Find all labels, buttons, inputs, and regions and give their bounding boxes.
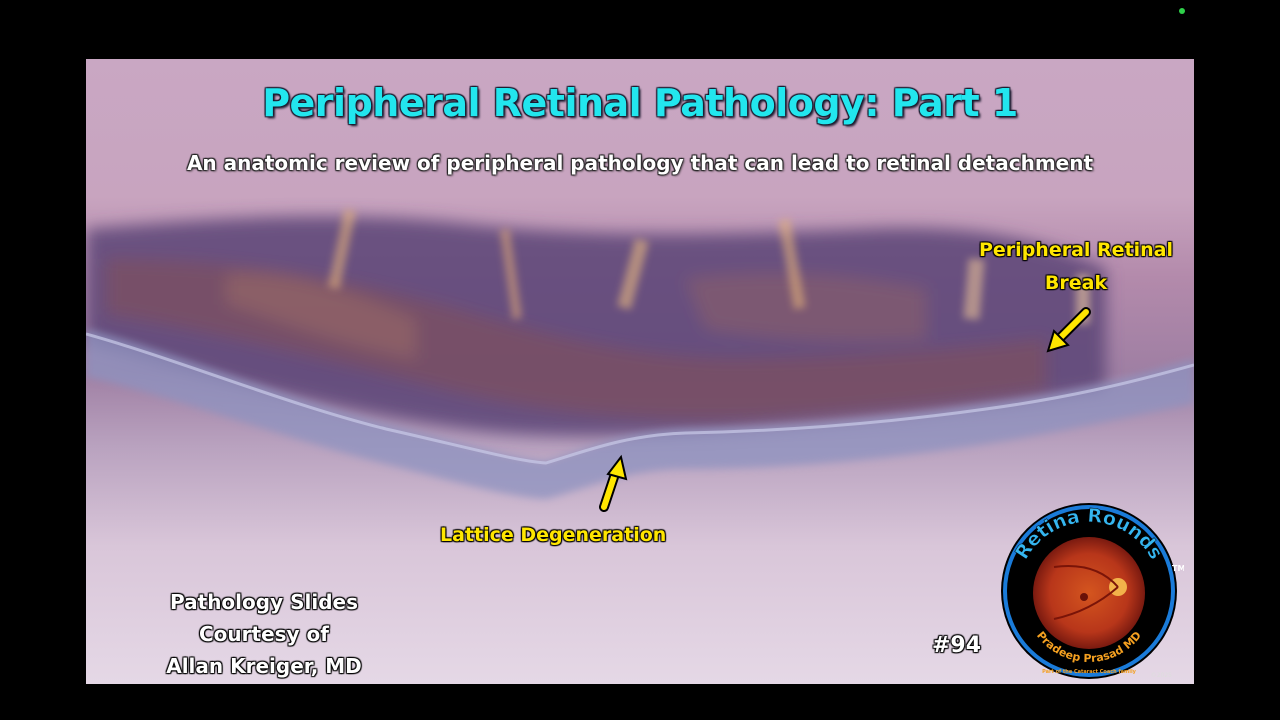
lattice-arrow-icon bbox=[599, 454, 628, 512]
episode-number: #94 bbox=[932, 633, 982, 658]
slide-image: Peripheral Retinal Pathology: Part 1 An … bbox=[86, 59, 1194, 684]
logo-copyright: ©2025 bbox=[1151, 672, 1172, 679]
logo-tm: TM bbox=[1172, 564, 1184, 573]
credit-text: Pathology Slides Courtesy of Allan Kreig… bbox=[148, 586, 380, 682]
logo-tagline: Part of the Cataract Coach family bbox=[1042, 669, 1137, 675]
fundus-icon bbox=[1033, 537, 1145, 649]
credit-line3: Allan Kreiger, MD bbox=[166, 654, 362, 678]
status-indicator bbox=[1179, 8, 1185, 14]
break-arrow-icon bbox=[1046, 307, 1091, 353]
credit-line2: Courtesy of bbox=[199, 622, 329, 646]
retina-rounds-logo: Retina Rounds TM Pradeep Prasad MD Part … bbox=[1001, 503, 1184, 679]
credit-line1: Pathology Slides bbox=[170, 590, 358, 614]
